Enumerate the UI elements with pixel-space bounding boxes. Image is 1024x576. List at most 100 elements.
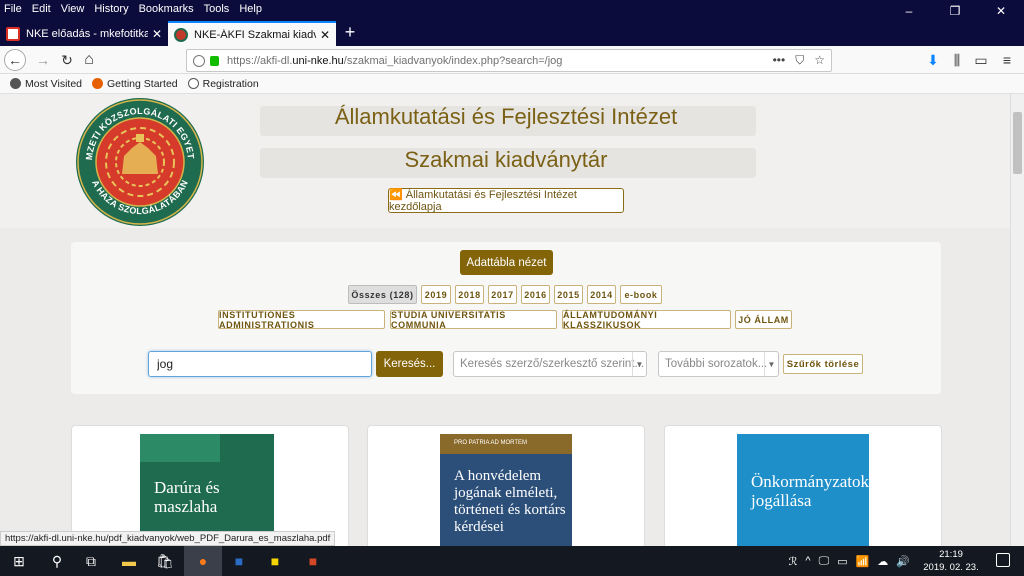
book-card[interactable]: Önkormányzatok jogállása — [664, 425, 942, 546]
page-title: Államkutatási és Fejlesztési Intézet — [334, 104, 678, 129]
bookmark-getting-started[interactable]: Getting Started — [92, 78, 178, 90]
reload-button[interactable]: ↻ — [56, 49, 78, 71]
menu-bookmarks[interactable]: Bookmarks — [139, 3, 194, 15]
display-icon[interactable]: 🖵 — [819, 555, 830, 568]
scrollbar-thumb[interactable] — [1013, 112, 1022, 174]
tab-gmail[interactable]: NKE előadás - mkefotitkar@gm ✕ — [0, 21, 168, 46]
bookmark-star-icon[interactable]: ☆ — [814, 53, 825, 68]
people-icon[interactable]: ℛ — [789, 555, 798, 568]
store-icon[interactable]: 🛍 — [146, 546, 184, 576]
menu-bar: File Edit View History Bookmarks Tools H… — [0, 0, 1024, 18]
hamburger-menu-icon[interactable]: ≡ — [996, 49, 1018, 71]
onedrive-icon[interactable]: ☁ — [877, 555, 888, 568]
book-cover[interactable]: Darúra és maszlaha — [140, 434, 274, 546]
menu-file[interactable]: File — [4, 3, 22, 15]
clear-filters-button[interactable]: Szűrők törlése — [783, 354, 863, 374]
menu-tools[interactable]: Tools — [204, 3, 230, 15]
firefox-icon — [92, 78, 103, 89]
battery-icon[interactable]: ▭ — [837, 555, 847, 568]
close-tab-icon[interactable]: ✕ — [152, 27, 162, 41]
book-cover[interactable]: Önkormányzatok jogállása — [737, 434, 869, 546]
pocket-icon[interactable]: ⛉ — [795, 53, 804, 68]
datatable-view-button[interactable]: Adattábla nézet — [460, 250, 553, 275]
chevron-down-icon: ▼ — [632, 352, 646, 376]
taskbar-clock[interactable]: 21:19 2019. 02. 23. — [918, 548, 984, 574]
bookmarks-toolbar: Most Visited Getting Started Registratio… — [0, 74, 1024, 94]
page-actions-icon[interactable]: ••• — [773, 53, 786, 68]
new-tab-button[interactable]: + — [340, 22, 360, 43]
volume-icon[interactable]: 🔊 — [896, 555, 910, 568]
menu-help[interactable]: Help — [239, 3, 262, 15]
library-icon[interactable]: ⫼ — [946, 49, 968, 71]
series-select[interactable]: További sorozatok... ▼ — [658, 351, 779, 377]
book-card[interactable]: PRO PATRIA AD MORTEM A honvédelem jogána… — [367, 425, 645, 546]
filter-series-jo-allam[interactable]: JÓ ÁLLAM — [735, 310, 792, 329]
book-title: Önkormányzatok jogállása — [751, 472, 869, 510]
word-icon[interactable]: ■ — [220, 546, 258, 576]
author-select[interactable]: Keresés szerző/szerkesztő szerint... ▼ — [453, 351, 647, 377]
bookmark-label: Registration — [202, 77, 259, 90]
navigation-bar: ← → ↻ ⌂ https://akfi-dl. uni-nke.hu/szakm… — [0, 46, 1024, 74]
notifications-icon[interactable] — [996, 553, 1010, 567]
cover-accent — [140, 434, 220, 462]
tab-title: NKE előadás - mkefotitkar@gm — [26, 27, 148, 40]
url-actions: ••• ⛉ ☆ — [773, 53, 825, 68]
windows-start-icon[interactable]: ⊞ — [0, 546, 38, 576]
forward-button[interactable]: → — [32, 49, 54, 71]
search-input[interactable] — [148, 351, 372, 377]
windows-taskbar: ⊞ ⚲ ⧉ ▬ 🛍 ● ■ ■ ■ ℛ ^ 🖵 ▭ 📶 ☁ 🔊 21:19 20… — [0, 546, 1024, 576]
gmail-icon — [6, 26, 20, 41]
sticky-notes-icon[interactable]: ■ — [256, 546, 294, 576]
info-icon[interactable] — [193, 54, 205, 67]
gear-icon — [10, 78, 21, 89]
back-button[interactable]: ← — [4, 49, 26, 71]
filter-series-studia[interactable]: STUDIA UNIVERSITATIS COMMUNIA — [390, 310, 557, 330]
home-button[interactable]: ⌂ — [78, 49, 100, 71]
page-scrollbar[interactable] — [1010, 94, 1024, 546]
filter-all[interactable]: Összes (128) — [348, 285, 417, 304]
menu-edit[interactable]: Edit — [32, 3, 51, 15]
filter-year-2017[interactable]: 2017 — [488, 285, 517, 304]
filter-ebook[interactable]: e-book — [620, 285, 662, 304]
book-title: Darúra és maszlaha — [154, 478, 220, 516]
firefox-icon[interactable]: ● — [184, 546, 222, 576]
filter-year-2016[interactable]: 2016 — [521, 285, 550, 304]
menu-view[interactable]: View — [61, 3, 85, 15]
bookmark-registration[interactable]: Registration — [187, 77, 259, 90]
wifi-icon[interactable]: 📶 — [856, 555, 870, 568]
powerpoint-icon[interactable]: ■ — [294, 546, 332, 576]
tab-kiadvanyok[interactable]: NKE-ÁKFI Szakmai kiadványok ✕ — [168, 21, 336, 46]
search-icon[interactable]: ⚲ — [38, 546, 76, 576]
url-domain: uni-nke.hu — [292, 54, 344, 67]
sidebar-icon[interactable]: ▭ — [970, 49, 992, 71]
url-bar[interactable]: https://akfi-dl. uni-nke.hu/szakmai_kiadv… — [186, 49, 832, 72]
window-controls: – ❐ ✕ — [886, 0, 1024, 18]
page-subtitle: Szakmai kiadványtár — [404, 147, 608, 172]
bookmark-most-visited[interactable]: Most Visited — [10, 78, 82, 90]
book-card[interactable]: Darúra és maszlaha — [71, 425, 349, 546]
series-select-placeholder: További sorozatok... — [665, 358, 768, 370]
search-button[interactable]: Keresés... — [376, 351, 443, 377]
page-content: NEMZETI KÖZSZOLGÁLATI EGYETEM A HAZA SZO… — [0, 94, 1010, 546]
filter-year-2014[interactable]: 2014 — [587, 285, 616, 304]
institute-home-link[interactable]: ⏪ Államkutatási és Fejlesztési Intézet k… — [388, 188, 624, 213]
filter-year-2015[interactable]: 2015 — [554, 285, 583, 304]
bookmark-label: Most Visited — [25, 77, 82, 90]
filter-year-2018[interactable]: 2018 — [455, 285, 484, 304]
chevron-up-icon[interactable]: ^ — [805, 555, 810, 567]
downloads-icon[interactable]: ⬇ — [922, 49, 944, 71]
link-status-tooltip: https://akfi-dl.uni-nke.hu/pdf_kiadvanyo… — [0, 531, 336, 546]
close-tab-icon[interactable]: ✕ — [320, 28, 330, 42]
task-view-icon[interactable]: ⧉ — [72, 546, 110, 576]
cover-header: PRO PATRIA AD MORTEM — [454, 440, 528, 446]
menu-history[interactable]: History — [94, 3, 128, 15]
filter-series-institutiones[interactable]: INSTITUTIONES ADMINISTRATIONIS — [218, 310, 385, 330]
nke-favicon-icon — [174, 27, 188, 42]
url-prefix: https://akfi-dl. — [227, 54, 293, 67]
filter-panel: Adattábla nézet Összes (128) 2019 2018 2… — [71, 242, 941, 394]
filter-series-klasszikusok[interactable]: ÁLLAMTUDOMÁNYI KLASSZIKUSOK — [562, 310, 731, 330]
bookmark-label: Getting Started — [107, 77, 178, 90]
book-cover[interactable]: PRO PATRIA AD MORTEM A honvédelem jogána… — [440, 434, 572, 546]
filter-year-2019[interactable]: 2019 — [421, 285, 451, 304]
file-explorer-icon[interactable]: ▬ — [110, 546, 148, 576]
